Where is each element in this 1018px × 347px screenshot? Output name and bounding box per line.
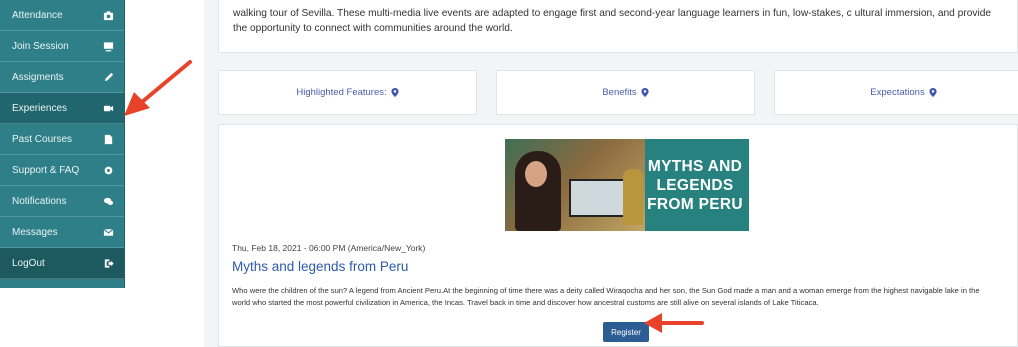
main-content: walking tour of Sevilla. These multi-med… bbox=[204, 0, 1018, 347]
event-banner-image[interactable]: MYTHS AND LEGENDS FROM PERU bbox=[505, 139, 749, 231]
video-icon bbox=[102, 102, 114, 114]
pencil-icon bbox=[102, 71, 114, 83]
file-icon bbox=[102, 133, 114, 145]
tab-label: Highlighted Features: bbox=[296, 87, 387, 98]
event-title-link[interactable]: Myths and legends from Peru bbox=[232, 259, 408, 274]
sidebar-item-messages[interactable]: Messages bbox=[0, 217, 124, 248]
chat-icon bbox=[102, 195, 114, 207]
banner-screen bbox=[569, 179, 625, 217]
event-description-line: Who were the children of the sun? A lege… bbox=[232, 286, 980, 295]
sidebar-item-assignments[interactable]: Assigments bbox=[0, 62, 124, 93]
annotation-arrow-register bbox=[644, 313, 704, 333]
map-pin-icon bbox=[641, 88, 649, 97]
sidebar-item-past-courses[interactable]: Past Courses bbox=[0, 124, 124, 155]
banner-statue bbox=[623, 169, 643, 225]
feature-tabs: Highlighted Features: Benefits Expectati… bbox=[218, 70, 1018, 115]
sidebar-item-logout[interactable]: LogOut bbox=[0, 248, 124, 279]
event-description-line: world who started the most powerful civi… bbox=[232, 298, 819, 307]
tab-benefits[interactable]: Benefits bbox=[496, 70, 755, 115]
sidebar-item-label: Past Courses bbox=[12, 133, 73, 145]
sidebar-item-label: Messages bbox=[12, 226, 58, 238]
sidebar-item-label: Notifications bbox=[12, 195, 67, 207]
banner-text: MYTHS AND LEGENDS FROM PERU bbox=[647, 158, 743, 213]
intro-card: walking tour of Sevilla. These multi-med… bbox=[218, 0, 1018, 53]
monitor-icon bbox=[102, 40, 114, 52]
sidebar-item-label: Support & FAQ bbox=[12, 164, 80, 176]
event-date: Thu, Feb 18, 2021 - 06:00 PM (America/Ne… bbox=[232, 243, 426, 253]
intro-text: walking tour of Sevilla. These multi-med… bbox=[233, 8, 992, 34]
event-description: Who were the children of the sun? A lege… bbox=[232, 285, 1017, 309]
sidebar-item-label: Assigments bbox=[12, 71, 64, 83]
event-card: MYTHS AND LEGENDS FROM PERU Thu, Feb 18,… bbox=[218, 124, 1018, 347]
sidebar-item-notifications[interactable]: Notifications bbox=[0, 186, 124, 217]
tab-expectations[interactable]: Expectations bbox=[774, 70, 1018, 115]
banner-photo bbox=[505, 139, 645, 231]
sidebar-item-join-session[interactable]: Join Session bbox=[0, 31, 124, 62]
sidebar-item-label: Attendance bbox=[12, 9, 63, 21]
map-pin-icon bbox=[929, 88, 937, 97]
annotation-arrow-experiences bbox=[124, 60, 192, 116]
envelope-icon bbox=[102, 226, 114, 238]
sidebar-item-label: LogOut bbox=[12, 257, 45, 269]
sidebar-item-support-faq[interactable]: Support & FAQ bbox=[0, 155, 124, 186]
map-pin-icon bbox=[391, 88, 399, 97]
logout-icon bbox=[102, 257, 114, 269]
tab-highlighted-features[interactable]: Highlighted Features: bbox=[218, 70, 477, 115]
sidebar-nav: Attendance Join Session Assigments Exper… bbox=[0, 0, 125, 288]
sidebar-item-experiences[interactable]: Experiences bbox=[0, 93, 124, 124]
camera-icon bbox=[102, 9, 114, 21]
gear-icon bbox=[102, 164, 114, 176]
sidebar-item-attendance[interactable]: Attendance bbox=[0, 0, 124, 31]
sidebar-item-label: Experiences bbox=[12, 102, 68, 114]
tab-label: Benefits bbox=[602, 87, 637, 98]
sidebar-item-label: Join Session bbox=[12, 40, 69, 52]
banner-face bbox=[525, 161, 547, 187]
tab-label: Expectations bbox=[870, 87, 925, 98]
